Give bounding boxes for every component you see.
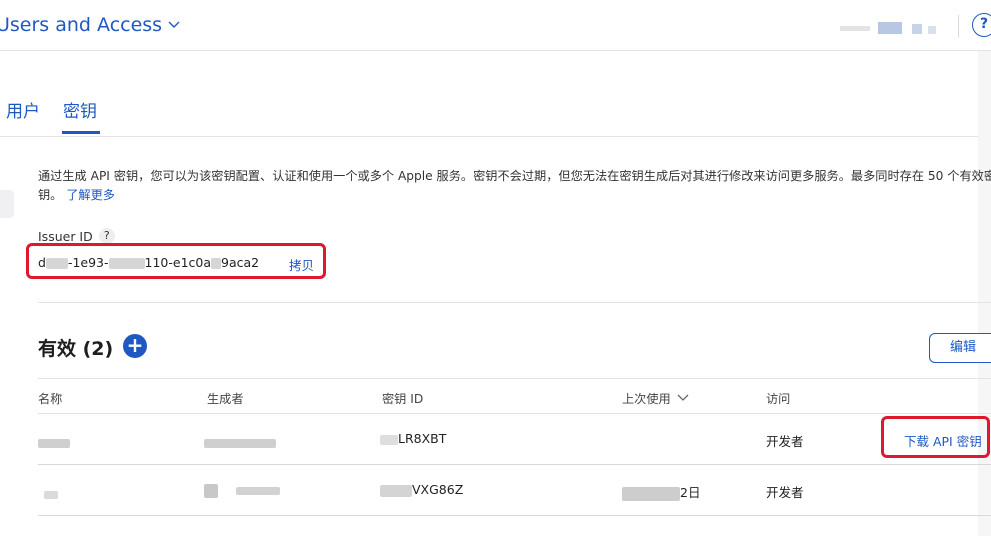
- chevron-down-icon: [168, 21, 180, 29]
- tab-users[interactable]: 用户: [6, 97, 40, 122]
- table-header: 名称 生成者 密钥 ID 上次使用 访问: [38, 378, 991, 414]
- redacted-block: [45, 258, 68, 269]
- issuer-id-value: d -1e93- 110-e1c0a 9aca2: [38, 255, 260, 270]
- download-api-key-link[interactable]: 下载 API 密钥: [904, 431, 982, 450]
- learn-more-link[interactable]: 了解更多: [66, 188, 115, 202]
- help-icon[interactable]: ?: [972, 13, 991, 37]
- last-used-text: 2日: [680, 485, 701, 500]
- column-last-used-label: 上次使用: [622, 392, 671, 406]
- issuer-help-icon[interactable]: ?: [98, 228, 115, 244]
- key-id-cell: VXG86Z: [380, 482, 463, 497]
- section-divider: [38, 302, 991, 303]
- active-keys-title: 有效 (2): [38, 338, 114, 360]
- app-title-menu[interactable]: Users and Access: [0, 14, 180, 36]
- column-creator: 生成者: [207, 392, 244, 406]
- tab-bar: 用户 密钥: [0, 51, 991, 137]
- access-cell: 开发者: [766, 434, 804, 449]
- key-id-text: VXG86Z: [412, 482, 464, 497]
- api-key-description: 通过生成 API 密钥，您可以为该密钥配置、认证和使用一个或多个 Apple 服…: [38, 167, 991, 205]
- creator-redacted: [204, 482, 280, 498]
- redacted-block: [108, 258, 145, 269]
- key-id-cell: LR8XBT: [380, 431, 446, 446]
- header-divider: [958, 15, 959, 37]
- table-row: VXG86Z 2日 开发者: [38, 465, 991, 516]
- issuer-id-label: Issuer ID ?: [38, 228, 115, 244]
- last-used-cell: 2日: [622, 482, 700, 501]
- tab-keys[interactable]: 密钥: [63, 97, 97, 122]
- sidebar-handle[interactable]: [0, 190, 14, 218]
- top-header: Users and Access ?: [0, 0, 991, 51]
- issuer-id-label-text: Issuer ID: [38, 228, 93, 244]
- key-name-redacted: [38, 435, 70, 450]
- column-key-id: 密钥 ID: [382, 392, 424, 406]
- page: Users and Access ? 用户 密钥 通过生成 API 密钥，您可以…: [0, 0, 991, 536]
- copy-issuer-link[interactable]: 拷贝: [289, 255, 314, 274]
- add-key-button[interactable]: +: [123, 334, 147, 358]
- table-row: LR8XBT 开发者 下载 API 密钥: [38, 414, 991, 465]
- edit-button[interactable]: 编辑: [929, 333, 991, 363]
- key-id-text: LR8XBT: [398, 431, 447, 446]
- column-name: 名称: [38, 392, 63, 406]
- app-title: Users and Access: [0, 14, 163, 36]
- sort-chevron-icon: [677, 394, 689, 402]
- access-cell: 开发者: [766, 485, 804, 500]
- active-tab-indicator: [62, 131, 100, 134]
- key-name-redacted: [44, 486, 58, 501]
- redacted-block: [211, 258, 222, 269]
- column-last-used[interactable]: 上次使用: [622, 389, 689, 407]
- creator-redacted: [204, 435, 276, 450]
- account-menu[interactable]: [840, 20, 940, 36]
- column-access: 访问: [766, 392, 791, 406]
- description-text: 通过生成 API 密钥，您可以为该密钥配置、认证和使用一个或多个 Apple 服…: [38, 169, 991, 202]
